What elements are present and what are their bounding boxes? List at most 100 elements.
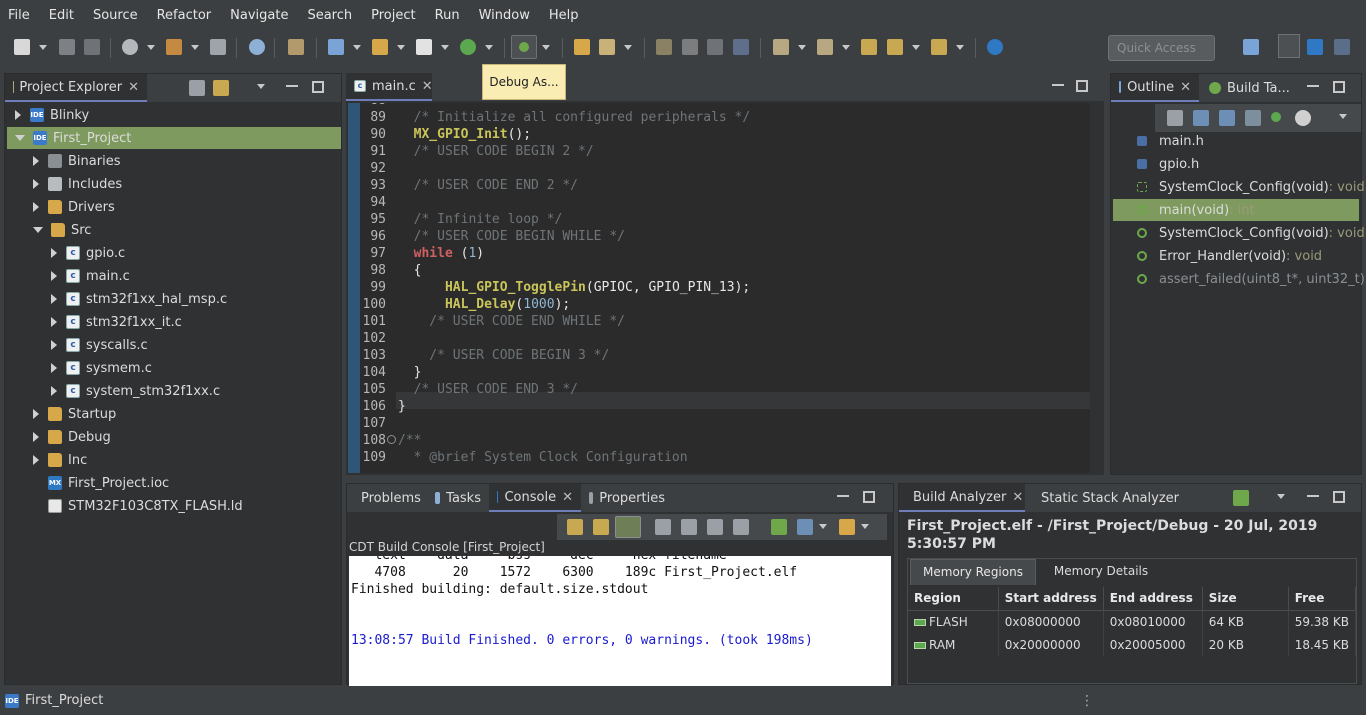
view-menu-icon[interactable]: [257, 84, 265, 89]
build-all-icon[interactable]: [210, 39, 226, 55]
clear-console-icon[interactable]: [655, 519, 671, 535]
maximize-icon[interactable]: [863, 491, 875, 503]
code-line[interactable]: 102: [348, 330, 1090, 347]
skip-breakpoints-icon[interactable]: [249, 39, 265, 55]
tab-outline[interactable]: Outline ✕: [1111, 74, 1199, 102]
block-select-icon[interactable]: [707, 39, 723, 55]
column-header[interactable]: Free: [1288, 587, 1357, 611]
outline-item[interactable]: SystemClock_Config(void) : void: [1113, 176, 1365, 198]
collapse-arrow-icon[interactable]: [33, 179, 39, 189]
close-icon[interactable]: ✕: [1180, 80, 1191, 95]
tab-problems[interactable]: Problems: [347, 484, 427, 512]
tab-main-c[interactable]: c main.c ✕: [346, 73, 433, 101]
tree-item[interactable]: Includes: [7, 173, 341, 195]
build-hammer-icon[interactable]: [166, 39, 182, 55]
code-line[interactable]: 94: [348, 194, 1090, 211]
tab-tasks[interactable]: Tasks: [427, 484, 489, 512]
minimize-icon[interactable]: [286, 81, 298, 87]
tree-item[interactable]: STM32F103C8TX_FLASH.ld: [7, 495, 341, 517]
sort-icon[interactable]: [1193, 110, 1209, 126]
tab-properties[interactable]: Properties: [581, 484, 673, 512]
chevron-down-icon[interactable]: [485, 45, 493, 50]
collapse-arrow-icon[interactable]: [33, 455, 39, 465]
console-output[interactable]: text data bss dec hex filename 4708 20 1…: [349, 556, 891, 694]
open-perspective-icon[interactable]: [1243, 39, 1259, 55]
chevron-down-icon[interactable]: [624, 45, 632, 50]
toggle-mark-icon[interactable]: [682, 39, 698, 55]
collapse-arrow-icon[interactable]: [51, 317, 57, 327]
tree-item[interactable]: MX First_Project.ioc: [7, 472, 341, 494]
minimize-icon[interactable]: [837, 491, 849, 497]
tree-item[interactable]: Drivers: [7, 196, 341, 218]
collapse-arrow-icon[interactable]: [51, 386, 57, 396]
forward-arrow-icon[interactable]: [931, 39, 947, 55]
pin-console-icon[interactable]: [733, 519, 749, 535]
maximize-icon[interactable]: [1333, 81, 1345, 93]
view-menu-icon[interactable]: [1277, 494, 1285, 499]
expand-arrow-icon[interactable]: [33, 227, 43, 233]
chevron-down-icon[interactable]: [842, 45, 850, 50]
column-header[interactable]: Region: [908, 587, 999, 611]
terminate-icon[interactable]: [288, 39, 304, 55]
tree-item[interactable]: Inc: [7, 449, 341, 471]
hide-static-icon[interactable]: [1245, 110, 1261, 126]
maximize-icon[interactable]: [1333, 491, 1345, 503]
view-menu-icon[interactable]: [1339, 114, 1347, 119]
chevron-down-icon[interactable]: [191, 45, 199, 50]
minimize-icon[interactable]: [1307, 491, 1319, 497]
fold-icon[interactable]: [387, 435, 396, 444]
code-line[interactable]: 93 /* USER CODE END 2 */: [348, 177, 1090, 194]
collapse-all-icon[interactable]: [189, 80, 205, 96]
code-line[interactable]: 90 MX_GPIO_Init();: [348, 126, 1090, 143]
status-grip-icon[interactable]: ⋮: [1080, 693, 1094, 709]
maximize-icon[interactable]: [312, 81, 324, 93]
menu-project[interactable]: Project: [371, 8, 415, 23]
chevron-down-icon[interactable]: [542, 45, 550, 50]
code-line[interactable]: 100 HAL_Delay(1000);: [348, 296, 1090, 313]
code-line[interactable]: 91 /* USER CODE BEGIN 2 */: [348, 143, 1090, 160]
outline-item[interactable]: Error_Handler(void) : void: [1113, 245, 1359, 267]
menu-refactor[interactable]: Refactor: [157, 8, 212, 23]
outline-item[interactable]: main(void) : int: [1113, 199, 1359, 221]
outline-item[interactable]: assert_failed(uint8_t*, uint32_t) : void: [1113, 268, 1366, 290]
tree-item[interactable]: c gpio.c: [7, 242, 341, 264]
menu-navigate[interactable]: Navigate: [230, 8, 288, 23]
tree-item[interactable]: Binaries: [7, 150, 341, 172]
table-row[interactable]: RAM 0x20000000 0x20005000 20 KB 18.45 KB: [908, 633, 1357, 656]
settings-icon[interactable]: [122, 39, 138, 55]
outline-item[interactable]: main.h: [1113, 130, 1359, 152]
tree-item[interactable]: c sysmem.c: [7, 357, 341, 379]
menu-search[interactable]: Search: [307, 8, 352, 23]
mx-perspective-icon[interactable]: [1307, 39, 1323, 55]
new-c-file-icon[interactable]: [416, 39, 432, 55]
minimize-icon[interactable]: [1307, 81, 1319, 87]
new-c-project-icon[interactable]: [328, 39, 344, 55]
close-icon[interactable]: ✕: [422, 79, 433, 94]
code-line[interactable]: 95 /* Infinite loop */: [348, 211, 1090, 228]
open-console-icon[interactable]: [771, 519, 787, 535]
new-icon[interactable]: [14, 39, 30, 55]
tab-static-stack-analyzer[interactable]: Static Stack Analyzer: [1027, 484, 1179, 512]
save-all-icon[interactable]: [84, 39, 100, 55]
tree-item[interactable]: c main.c: [7, 265, 341, 287]
collapse-arrow-icon[interactable]: [33, 156, 39, 166]
maximize-icon[interactable]: [1076, 80, 1088, 92]
tree-item[interactable]: IDE First_Project: [7, 127, 341, 149]
last-edit-icon[interactable]: [861, 39, 877, 55]
tab-build-analyzer[interactable]: Build Analyzer ✕: [899, 484, 1025, 512]
scroll-lock-button[interactable]: [615, 516, 641, 538]
collapse-arrow-icon[interactable]: [51, 340, 57, 350]
debug-perspective-icon[interactable]: [1334, 39, 1350, 55]
menu-run[interactable]: Run: [435, 8, 460, 23]
collapse-arrow-icon[interactable]: [15, 110, 21, 120]
code-line[interactable]: 108 /**: [348, 432, 1090, 449]
outline-item[interactable]: SystemClock_Config(void) : void: [1113, 222, 1365, 244]
hide-non-public-icon[interactable]: [1271, 112, 1281, 122]
code-line[interactable]: 104 }: [348, 364, 1090, 381]
collapse-all-icon[interactable]: [1167, 110, 1183, 126]
code-line[interactable]: 105 /* USER CODE END 3 */: [348, 381, 1090, 398]
tree-item[interactable]: c syscalls.c: [7, 334, 341, 356]
copy-icon[interactable]: [681, 519, 697, 535]
chevron-down-icon[interactable]: [819, 524, 827, 529]
info-icon[interactable]: [987, 39, 1003, 55]
